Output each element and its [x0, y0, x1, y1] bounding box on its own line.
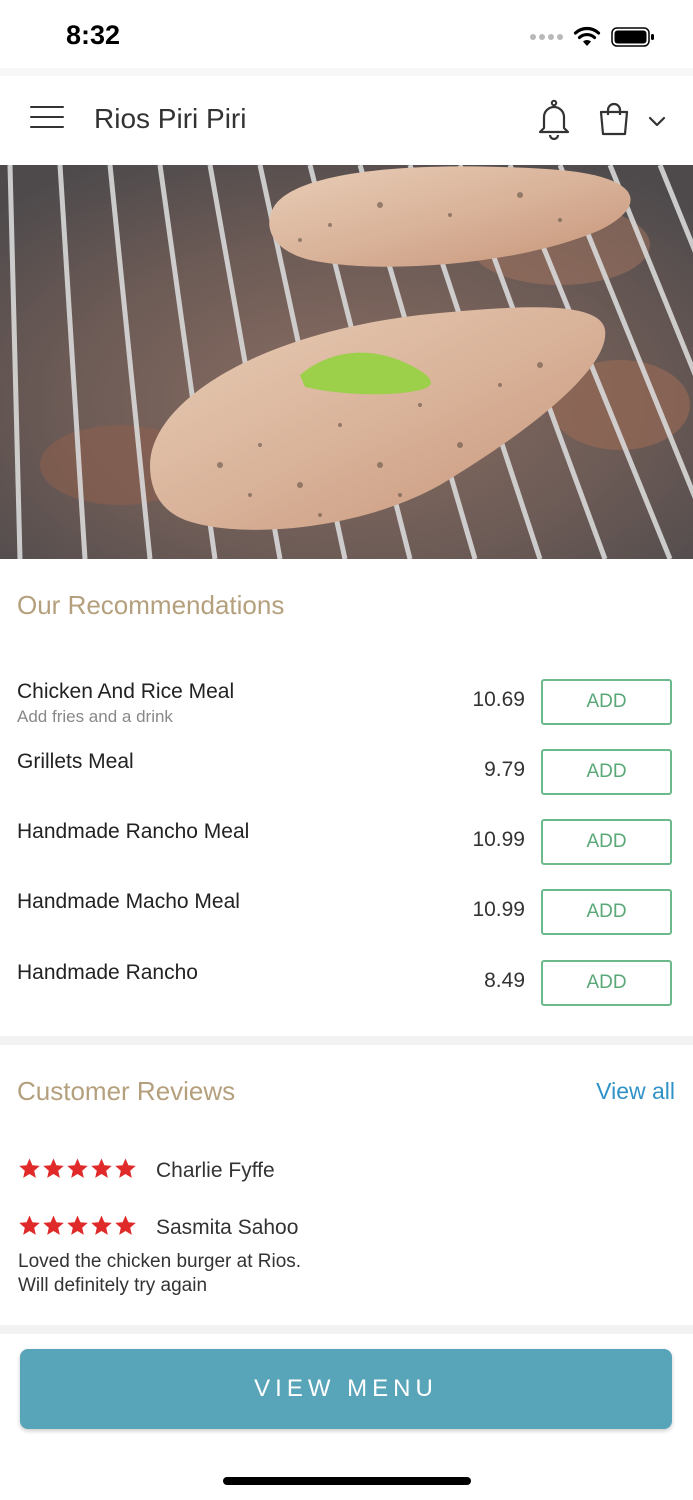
add-button[interactable]: ADD [541, 679, 672, 725]
bell-icon[interactable] [536, 98, 572, 140]
app-title: Rios Piri Piri [94, 103, 247, 134]
star-icon [67, 1215, 88, 1235]
view-all-link[interactable]: View all [596, 1078, 675, 1105]
shopping-bag-icon[interactable] [598, 102, 630, 136]
star-icon [91, 1158, 112, 1178]
status-time: 8:32 [66, 20, 121, 50]
add-button[interactable]: ADD [541, 749, 672, 795]
menu-item-price: 8.49 [484, 969, 525, 992]
star-icon [67, 1158, 88, 1178]
menu-item: Handmade Rancho 8.49 ADD [0, 960, 693, 1017]
chevron-down-icon[interactable] [647, 114, 667, 128]
menu-item: Handmade Macho Meal 10.99 ADD [0, 889, 693, 946]
add-button[interactable]: ADD [541, 889, 672, 935]
reviewer-name: Sasmita Sahoo [156, 1216, 299, 1239]
wifi-icon [573, 26, 601, 46]
add-button[interactable]: ADD [541, 960, 672, 1006]
menu-item: Handmade Rancho Meal 10.99 ADD [0, 819, 693, 876]
menu-item-price: 10.99 [472, 828, 525, 851]
section-divider [0, 1325, 693, 1334]
hero-image [0, 165, 693, 559]
star-icon [115, 1215, 136, 1235]
signal-icon [530, 34, 563, 40]
star-rating [18, 1157, 137, 1180]
recommendations-title: Our Recommendations [17, 590, 285, 620]
star-icon [19, 1158, 40, 1178]
section-divider [0, 1036, 693, 1045]
status-bar: 8:32 [0, 0, 693, 68]
star-rating [18, 1214, 137, 1237]
menu-item-price: 9.79 [484, 758, 525, 781]
star-icon [43, 1215, 64, 1235]
menu-item-price: 10.69 [472, 688, 525, 711]
header-separator [0, 68, 693, 76]
view-menu-button[interactable]: VIEW MENU [20, 1349, 672, 1429]
star-icon [115, 1158, 136, 1178]
grilled-chicken-image [0, 165, 693, 559]
hamburger-menu-icon[interactable] [30, 106, 64, 132]
menu-item-description: Add fries and a drink [17, 707, 173, 726]
star-icon [43, 1158, 64, 1178]
menu-item: Grillets Meal 9.79 ADD [0, 749, 693, 806]
home-indicator [223, 1477, 471, 1485]
reviews-title: Customer Reviews [17, 1076, 236, 1106]
reviewer-name: Charlie Fyffe [156, 1159, 275, 1182]
star-icon [91, 1215, 112, 1235]
app-bar: Rios Piri Piri [0, 76, 693, 166]
battery-icon [611, 27, 654, 47]
menu-item: Chicken And Rice Meal Add fries and a dr… [0, 679, 693, 736]
status-icons [530, 26, 655, 48]
menu-item-name: Handmade Rancho [17, 961, 198, 984]
add-button[interactable]: ADD [541, 819, 672, 865]
menu-item-price: 10.99 [472, 898, 525, 921]
menu-item-name: Chicken And Rice Meal [17, 680, 235, 703]
review-text: Loved the chicken burger at Rios. Will d… [18, 1251, 302, 1296]
menu-item-name: Handmade Rancho Meal [17, 820, 250, 843]
menu-item-name: Handmade Macho Meal [17, 890, 240, 913]
star-icon [19, 1215, 40, 1235]
menu-item-name: Grillets Meal [17, 750, 134, 773]
